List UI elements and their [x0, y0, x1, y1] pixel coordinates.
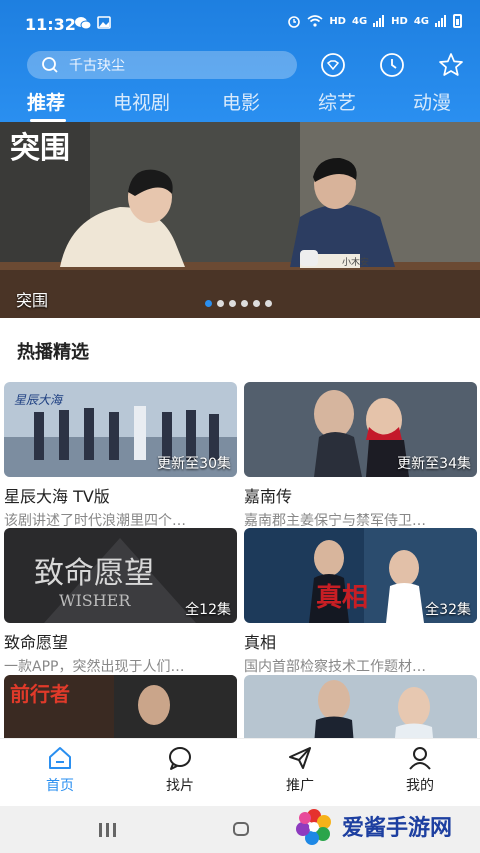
network-label-a: HD — [329, 15, 346, 27]
home-button[interactable] — [233, 822, 249, 836]
card-title: 真相 — [244, 633, 277, 652]
status-notifications — [75, 16, 111, 30]
network-label-b: HD — [391, 15, 408, 27]
tab-tv-series[interactable]: 电视剧 — [113, 88, 170, 115]
signal-label-b: 4G — [413, 15, 429, 27]
banner-dot[interactable] — [205, 300, 212, 307]
video-card[interactable]: 星辰大海 更新至30集 星辰大海 TV版 该剧讲述了时代浪潮里四个… — [4, 382, 237, 530]
featured-banner[interactable]: 小木安 突围 突围 — [0, 122, 480, 318]
card-title: 星辰大海 TV版 — [4, 487, 110, 506]
search-input[interactable]: 千古玦尘 — [27, 51, 297, 79]
signal-icon — [435, 15, 446, 27]
video-card[interactable]: 更新至34集 嘉南传 嘉南郡主姜保宁与禁军侍卫… — [244, 382, 477, 530]
video-card[interactable] — [244, 675, 477, 738]
signal-label-a: 4G — [351, 15, 368, 27]
search-icon — [42, 57, 58, 73]
chat-search-icon — [169, 747, 191, 770]
poster-text: 前行者 — [10, 682, 70, 706]
poster: 星辰大海 更新至30集 — [4, 382, 237, 477]
poster — [244, 675, 477, 738]
poster-subtext: WISHER — [59, 591, 131, 610]
category-tabs: 推荐 电视剧 电影 综艺 动漫 — [0, 88, 480, 122]
banner-nameplate: 小木安 — [342, 256, 369, 268]
episode-badge: 全32集 — [425, 602, 471, 618]
poster: 真相 全32集 — [244, 528, 477, 623]
card-description: 嘉南郡主姜保宁与禁军侍卫… — [244, 513, 426, 529]
tab-anime[interactable]: 动漫 — [413, 88, 451, 115]
poster: 前行者 — [4, 675, 237, 738]
watermark-text: 爱酱手游网 — [342, 816, 453, 841]
send-icon — [289, 747, 311, 769]
hot-picks-section: 热播精选 星辰大海 更新至30集 星辰大海 TV版 该剧讲述了时代浪潮里四个… … — [0, 318, 480, 738]
status-bar: 11:32 HD 4G HD 4G — [0, 0, 480, 48]
wifi-icon — [307, 15, 323, 27]
card-description: 该剧讲述了时代浪潮里四个… — [4, 513, 186, 529]
banner-image: 小木安 突围 — [0, 122, 480, 318]
status-time: 11:32 — [25, 15, 76, 34]
banner-caption: 突围 — [16, 291, 49, 310]
nav-label: 我的 — [406, 778, 434, 794]
video-card[interactable]: 真相 全32集 真相 国内首部检察技术工作题材… — [244, 528, 477, 676]
nav-discover[interactable]: 找片 — [140, 745, 220, 795]
tab-recommend[interactable]: 推荐 — [27, 88, 65, 115]
status-indicators: HD 4G HD 4G — [287, 14, 462, 28]
poster-text: 致命愿望 — [34, 556, 154, 591]
pinwheel-logo-icon — [296, 809, 331, 845]
banner-dot[interactable] — [217, 300, 224, 307]
nav-profile[interactable]: 我的 — [380, 745, 460, 795]
poster-text: 星辰大海 — [14, 393, 64, 407]
video-card[interactable]: 致命愿望 WISHER 全12集 致命愿望 一款APP，突然出现于人们… — [4, 528, 237, 676]
card-title: 致命愿望 — [4, 633, 69, 652]
card-description: 一款APP，突然出现于人们… — [4, 659, 185, 675]
banner-dot[interactable] — [253, 300, 260, 307]
bottom-navigation: 首页 找片 推广 我的 — [0, 738, 480, 807]
user-icon — [409, 747, 431, 770]
alarm-icon — [288, 16, 301, 28]
card-description: 国内首部检察技术工作题材… — [244, 659, 426, 675]
episode-badge: 更新至30集 — [157, 456, 231, 472]
card-title: 嘉南传 — [244, 487, 293, 506]
recent-apps-button[interactable] — [99, 823, 116, 837]
gallery-icon — [97, 16, 111, 29]
app-header: 11:32 HD 4G HD 4G 千古玦尘 推荐 电视剧 电影 综艺 动漫 — [0, 0, 480, 122]
nav-home[interactable]: 首页 — [20, 745, 100, 795]
signal-icon — [373, 15, 385, 27]
banner-dot[interactable] — [265, 300, 272, 307]
search-placeholder: 千古玦尘 — [69, 58, 125, 74]
vip-icon[interactable] — [320, 52, 346, 78]
tab-variety[interactable]: 综艺 — [318, 88, 356, 115]
episode-badge: 全12集 — [185, 602, 231, 618]
tab-movies[interactable]: 电影 — [222, 88, 260, 115]
banner-dot[interactable] — [241, 300, 248, 307]
episode-badge: 更新至34集 — [397, 456, 471, 472]
site-watermark: 爱酱手游网 — [292, 804, 452, 848]
section-title: 热播精选 — [17, 342, 89, 363]
star-icon[interactable] — [438, 52, 464, 78]
history-icon[interactable] — [379, 52, 405, 78]
wechat-icon — [75, 17, 91, 30]
banner-pagination[interactable] — [205, 300, 272, 307]
nav-label: 推广 — [286, 778, 314, 794]
battery-icon — [453, 14, 462, 28]
nav-label: 首页 — [46, 778, 74, 794]
poster: 更新至34集 — [244, 382, 477, 477]
nav-label: 找片 — [166, 778, 194, 794]
poster-text: 真相 — [316, 583, 368, 613]
poster: 致命愿望 WISHER 全12集 — [4, 528, 237, 623]
nav-promote[interactable]: 推广 — [260, 745, 340, 795]
banner-dot[interactable] — [229, 300, 236, 307]
banner-logo-text: 突围 — [10, 131, 70, 166]
home-icon — [49, 747, 71, 769]
video-card[interactable]: 前行者 — [4, 675, 237, 738]
